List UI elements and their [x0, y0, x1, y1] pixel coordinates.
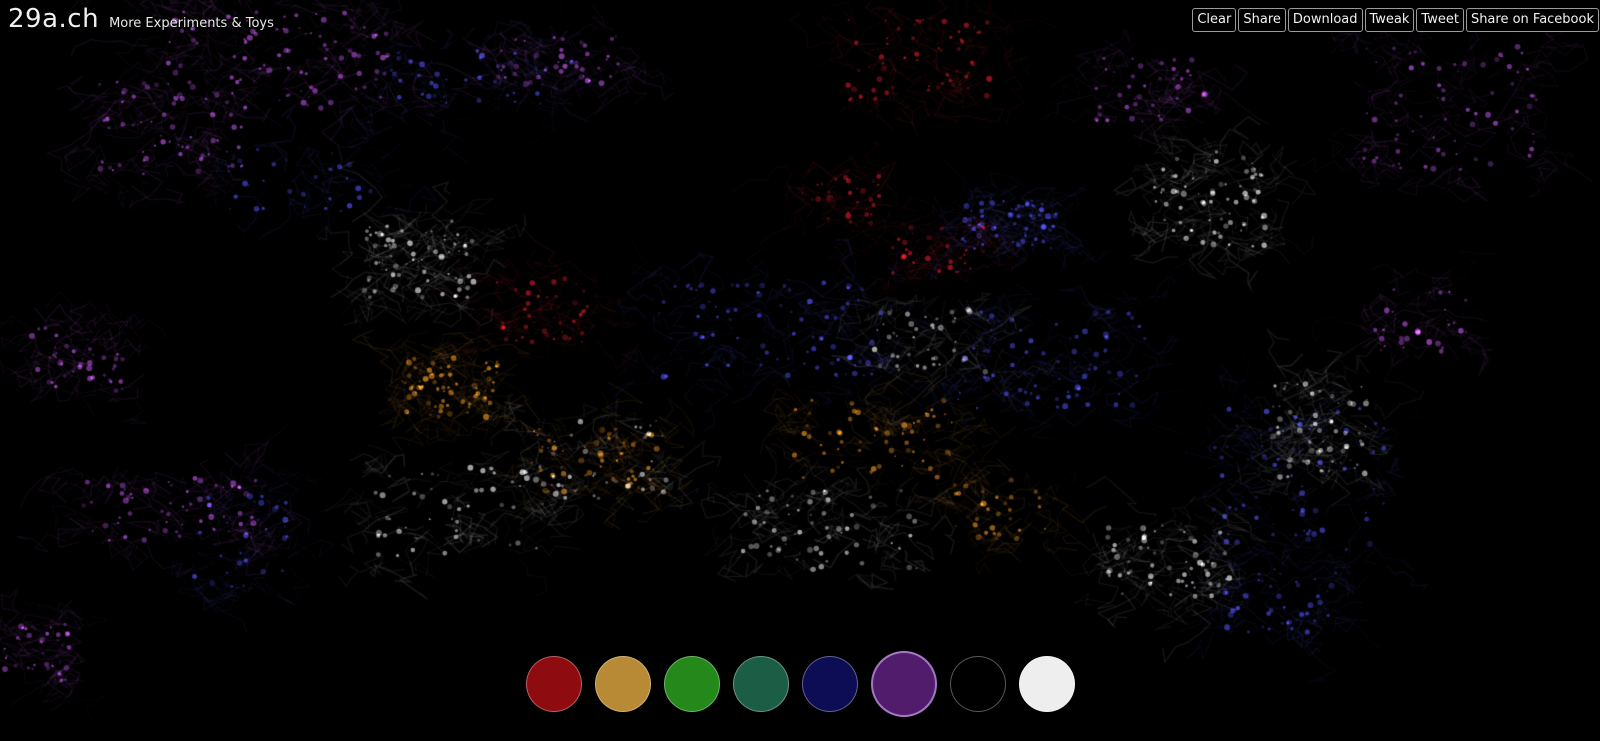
clear-button[interactable]: Clear — [1192, 8, 1237, 32]
color-swatch-teal[interactable] — [732, 656, 789, 712]
fluid-canvas[interactable] — [0, 0, 1600, 741]
color-swatch-red[interactable] — [525, 656, 582, 712]
share-on-facebook-button[interactable]: Share on Facebook — [1465, 8, 1599, 32]
color-swatch-orange[interactable] — [594, 656, 651, 712]
fluid-paint-stage: 29a.ch More Experiments & Toys Clear Sha… — [0, 0, 1600, 741]
header: 29a.ch More Experiments & Toys — [8, 4, 274, 34]
download-button[interactable]: Download — [1287, 8, 1363, 32]
color-swatch-purple[interactable] — [870, 651, 937, 717]
more-experiments-link[interactable]: More Experiments & Toys — [109, 16, 274, 31]
color-swatch-white[interactable] — [1018, 656, 1075, 712]
tweet-button[interactable]: Tweet — [1416, 8, 1464, 32]
tweak-button[interactable]: Tweak — [1364, 8, 1415, 32]
toolbar: Clear Share Download Tweak Tweet Share o… — [1192, 8, 1599, 32]
site-logo-link[interactable]: 29a.ch — [8, 4, 99, 34]
color-swatch-black[interactable] — [949, 656, 1006, 712]
color-palette — [0, 651, 1600, 717]
color-swatch-navy[interactable] — [801, 656, 858, 712]
color-swatch-green[interactable] — [663, 656, 720, 712]
share-button[interactable]: Share — [1238, 8, 1286, 32]
